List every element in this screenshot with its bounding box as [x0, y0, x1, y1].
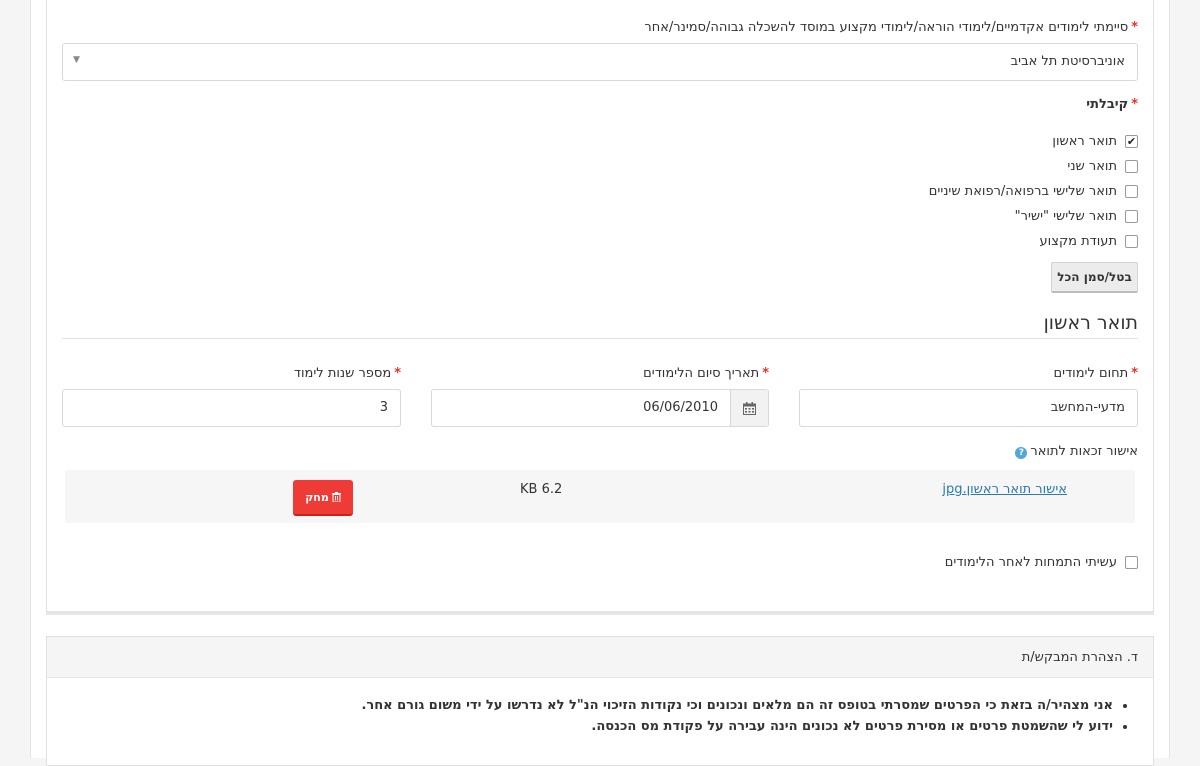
checkbox[interactable] [1125, 555, 1138, 569]
file-link[interactable]: אישור תואר ראשון.jpg [942, 482, 1067, 497]
end-date-label-text: תאריך סיום הלימודים [643, 366, 760, 381]
required-mark: * [394, 366, 401, 381]
delete-file-label: מחק [305, 490, 329, 504]
toggle-all-button[interactable]: בטל/סמן הכל [1051, 262, 1138, 293]
trash-icon [331, 492, 341, 502]
required-mark: * [762, 366, 769, 381]
institution-select[interactable]: אוניברסיטת תל אביב ▼ [62, 43, 1138, 81]
delete-file-button[interactable]: מחק [293, 480, 353, 516]
declaration-title: ד. הצהרת המבקש/ת [1021, 650, 1138, 665]
end-date-input[interactable]: 06/06/2010 [431, 389, 769, 427]
declaration-item: אני מצהיר/ה בזאת כי הפרטים שמסרתי בטופס … [361, 697, 1113, 714]
checkbox[interactable] [1125, 184, 1138, 198]
uploaded-file-row: אישור תואר ראשון.jpg 6.2 KB מחק [65, 470, 1135, 523]
specialization-label: עשיתי התמחות לאחר הלימודים [944, 554, 1117, 570]
received-label-text: קיבלתי [1086, 97, 1129, 112]
years-value: 3 [379, 400, 388, 415]
institution-select-value: אוניברסיטת תל אביב [1010, 54, 1125, 69]
end-date-label: *תאריך סיום הלימודים [643, 366, 769, 381]
checkbox[interactable] [1125, 209, 1138, 223]
calendar-icon[interactable] [730, 390, 768, 426]
section-heading-first-degree: תואר ראשון [1043, 312, 1138, 334]
end-date-value: 06/06/2010 [643, 400, 718, 415]
declaration-section: ד. הצהרת המבקש/ת אני מצהיר/ה בזאת כי הפר… [46, 636, 1154, 766]
declaration-item: ידוע לי שהשמטת פרטים או מסירת פרטים לא נ… [361, 718, 1113, 735]
degree-option-label: תואר שלישי ברפואה/רפואת שיניים [928, 183, 1117, 199]
institution-label: *סיימתי לימודים אקדמיים/לימודי הוראה/לימ… [644, 20, 1138, 35]
degree-option-direct-doctorate[interactable]: תואר שלישי "ישיר" [1015, 207, 1138, 225]
declaration-list: אני מצהיר/ה בזאת כי הפרטים שמסרתי בטופס … [361, 697, 1129, 739]
checkbox[interactable]: ✔ [1125, 134, 1138, 148]
chevron-down-icon: ▼ [73, 55, 80, 65]
declaration-header: ד. הצהרת המבקש/ת [47, 637, 1153, 678]
required-mark: * [1131, 20, 1138, 35]
years-label-text: מספר שנות לימוד [293, 366, 392, 381]
required-mark: * [1131, 366, 1138, 381]
degree-option-master[interactable]: תואר שני [1067, 157, 1138, 175]
checkbox[interactable] [1125, 159, 1138, 173]
specialization-option[interactable]: עשיתי התמחות לאחר הלימודים [945, 553, 1138, 571]
file-size: 6.2 KB [520, 482, 563, 497]
field-of-study-input[interactable]: מדעי-המחשב [799, 389, 1138, 427]
years-input[interactable]: 3 [62, 389, 401, 427]
field-of-study-label: *תחום לימודים [1054, 366, 1138, 381]
checkbox[interactable] [1125, 234, 1138, 248]
field-of-study-label-text: תחום לימודים [1053, 366, 1129, 381]
institution-label-text: סיימתי לימודים אקדמיים/לימודי הוראה/לימו… [644, 20, 1129, 35]
divider [62, 338, 1138, 339]
required-mark: * [1131, 97, 1138, 112]
degree-option-label: תואר שלישי "ישיר" [1014, 208, 1117, 224]
degree-option-medical-doctorate[interactable]: תואר שלישי ברפואה/רפואת שיניים [929, 182, 1138, 200]
degree-option-label: תואר שני [1067, 158, 1117, 174]
degree-option-label: תואר ראשון [1052, 133, 1117, 149]
received-label: *קיבלתי [1086, 97, 1138, 112]
check-icon: ✔ [1126, 134, 1137, 148]
help-icon[interactable]: ? [1015, 447, 1028, 459]
eligibility-label: אישור זכאות לתואר? [1015, 444, 1138, 459]
eligibility-label-text: אישור זכאות לתואר [1030, 444, 1138, 459]
degree-option-label: תעודת מקצוע [1039, 233, 1117, 249]
degree-option-bachelor[interactable]: ✔ תואר ראשון [1052, 132, 1138, 150]
field-of-study-value: מדעי-המחשב [1050, 400, 1125, 415]
degree-option-professional-cert[interactable]: תעודת מקצוע [1040, 232, 1138, 250]
years-label: *מספר שנות לימוד [294, 366, 401, 381]
